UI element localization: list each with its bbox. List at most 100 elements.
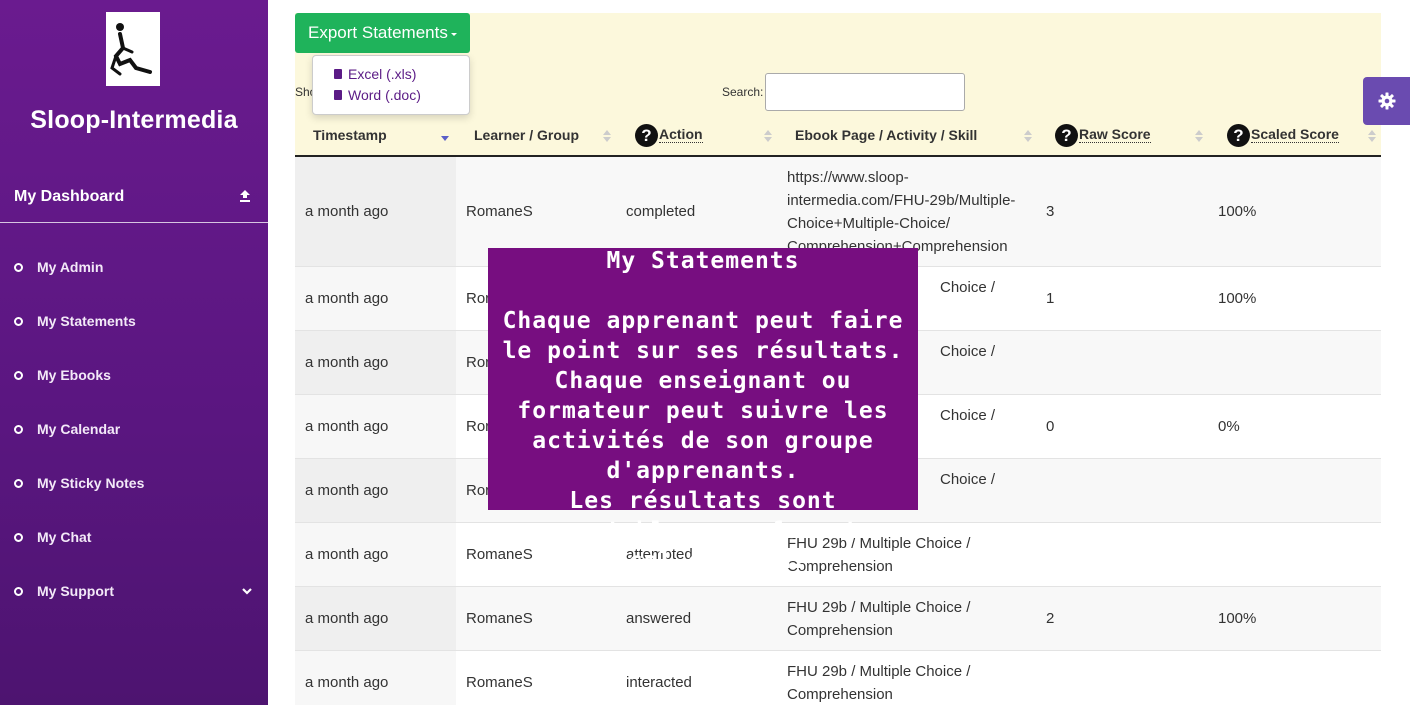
cell-learner: Ror — [466, 482, 491, 499]
bullet-icon — [14, 370, 23, 380]
chevron-down-icon[interactable] — [242, 586, 252, 596]
cell-action: completed — [626, 203, 696, 220]
cell-raw-score: 1 — [1046, 290, 1055, 307]
bullet-icon — [14, 316, 23, 326]
cell-timestamp: a month ago — [305, 674, 389, 691]
export-word-option[interactable]: Word (.doc) — [334, 87, 421, 103]
cell-scaled-score: 100% — [1218, 290, 1257, 307]
cell-ebook-line: Comprehension — [787, 622, 893, 639]
cell-learner: RomaneS — [466, 610, 533, 627]
export-option-label: Word (.doc) — [348, 87, 421, 103]
sort-icon[interactable] — [1024, 129, 1032, 143]
sidebar-item-sticky-notes[interactable]: My Sticky Notes — [0, 456, 268, 510]
col-header-action[interactable]: ? Action — [635, 124, 703, 147]
cell-ebook-line: Choice / — [940, 471, 996, 488]
sort-icon[interactable] — [764, 129, 772, 143]
export-label: Export Statements — [308, 23, 448, 42]
cell-ebook[interactable]: Choice / — [940, 276, 1185, 299]
sidebar-item-calendar[interactable]: My Calendar — [0, 402, 268, 456]
brand-name: Sloop-Intermedia — [30, 106, 238, 134]
cell-ebook-line: Choice / — [940, 343, 996, 360]
export-statements-button[interactable]: Export Statements — [295, 13, 470, 53]
export-excel-option[interactable]: Excel (.xls) — [334, 66, 416, 82]
bullet-icon — [14, 532, 23, 542]
sidebar-item-admin[interactable]: My Admin — [0, 240, 268, 294]
logo-figure-icon — [110, 23, 152, 76]
sort-icon[interactable] — [1368, 129, 1376, 143]
cell-ebook-line: Comprehension — [787, 686, 893, 703]
help-icon[interactable]: ? — [1227, 124, 1250, 147]
bullet-icon — [14, 262, 23, 272]
col-header-label: Action — [659, 126, 703, 144]
logo[interactable] — [106, 12, 160, 86]
col-header-learner[interactable]: Learner / Group — [474, 127, 579, 143]
col-header-timestamp[interactable]: Timestamp — [313, 127, 387, 143]
cell-timestamp: a month ago — [305, 546, 389, 563]
export-dropdown: Excel (.xls) Word (.doc) — [312, 55, 470, 115]
table-header: Timestamp Learner / Group ? Action Ebook … — [295, 116, 1381, 157]
cell-learner: RomaneS — [466, 203, 533, 220]
overlay-body: Chaque apprenant peut faire le point sur… — [502, 308, 904, 574]
cell-action: answered — [626, 610, 692, 627]
sort-icon[interactable] — [1195, 129, 1203, 143]
cell-ebook-line: FHU 29b / Multiple Choice / — [787, 663, 971, 680]
cell-learner: RomaneS — [466, 674, 533, 691]
cell-timestamp: a month ago — [305, 610, 389, 627]
cell-ebook-line: intermedia.com/FHU-29b/Multiple- — [787, 192, 1016, 209]
gear-icon — [1378, 92, 1395, 110]
cell-ebook[interactable]: https://www.sloop- intermedia.com/FHU-29… — [787, 166, 1032, 258]
sidebar-item-label: My Sticky Notes — [37, 475, 145, 491]
cell-ebook-line: Choice / — [940, 407, 996, 424]
word-file-icon — [334, 90, 342, 100]
cell-ebook[interactable]: Choice / — [940, 468, 1185, 491]
cell-raw-score: 3 — [1046, 203, 1055, 220]
help-icon[interactable]: ? — [1055, 124, 1078, 147]
col-header-scaled-score[interactable]: ? Scaled Score — [1227, 124, 1339, 147]
export-option-label: Excel (.xls) — [348, 66, 417, 82]
sidebar-item-statements[interactable]: My Statements — [0, 294, 268, 348]
cell-raw-score: 0 — [1046, 418, 1055, 435]
caret-down-icon — [450, 33, 457, 36]
sidebar-item-label: My Ebooks — [37, 367, 111, 383]
upload-icon[interactable] — [238, 189, 252, 203]
table-row[interactable]: a month ago RomaneS interacted FHU 29b /… — [295, 651, 1381, 705]
excel-file-icon — [334, 69, 342, 79]
cell-ebook-line: Choice+Multiple-Choice/ — [787, 215, 950, 232]
search-input[interactable] — [765, 73, 965, 111]
cell-ebook[interactable]: FHU 29b / Multiple Choice / Comprehensio… — [787, 660, 1032, 705]
cell-timestamp: a month ago — [305, 290, 389, 307]
cell-timestamp: a month ago — [305, 354, 389, 371]
cell-learner: Ror — [466, 354, 491, 371]
help-icon[interactable]: ? — [635, 124, 658, 147]
table-row[interactable]: a month ago RomaneS answered FHU 29b / M… — [295, 587, 1381, 651]
col-header-ebook[interactable]: Ebook Page / Activity / Skill — [795, 127, 977, 143]
cell-scaled-score: 100% — [1218, 610, 1257, 627]
cell-ebook-line: Choice / — [940, 279, 996, 296]
sidebar-item-chat[interactable]: My Chat — [0, 510, 268, 564]
cell-timestamp: a month ago — [305, 418, 389, 435]
dashboard-header[interactable]: My Dashboard — [0, 172, 268, 223]
col-header-raw-score[interactable]: ? Raw Score — [1055, 124, 1151, 147]
sidebar-item-label: My Support — [37, 583, 114, 599]
cell-scaled-score: 0% — [1218, 418, 1240, 435]
cell-ebook[interactable]: Choice / — [940, 340, 1185, 363]
cell-ebook[interactable]: FHU 29b / Multiple Choice / Comprehensio… — [787, 596, 1032, 642]
settings-tab[interactable] — [1363, 77, 1410, 125]
sort-desc-icon[interactable] — [441, 129, 449, 143]
col-header-label: Ebook Page / Activity / Skill — [795, 127, 978, 143]
sidebar-item-label: My Statements — [37, 313, 136, 329]
sidebar-item-support[interactable]: My Support — [0, 564, 268, 618]
sidebar-nav: My Admin My Statements My Ebooks My Cale… — [0, 240, 268, 618]
sidebar-item-ebooks[interactable]: My Ebooks — [0, 348, 268, 402]
cell-ebook[interactable]: Choice / — [940, 404, 1185, 427]
cell-raw-score: 2 — [1046, 610, 1055, 627]
search-label: Search: — [722, 85, 764, 99]
bullet-icon — [14, 424, 23, 434]
cell-timestamp: a month ago — [305, 482, 389, 499]
cell-action: interacted — [626, 674, 692, 691]
cell-timestamp: a month ago — [305, 203, 389, 220]
cell-learner: Ror — [466, 290, 491, 307]
sort-icon[interactable] — [603, 129, 611, 143]
cell-ebook-line: FHU 29b / Multiple Choice / — [787, 599, 971, 616]
bullet-icon — [14, 478, 23, 488]
